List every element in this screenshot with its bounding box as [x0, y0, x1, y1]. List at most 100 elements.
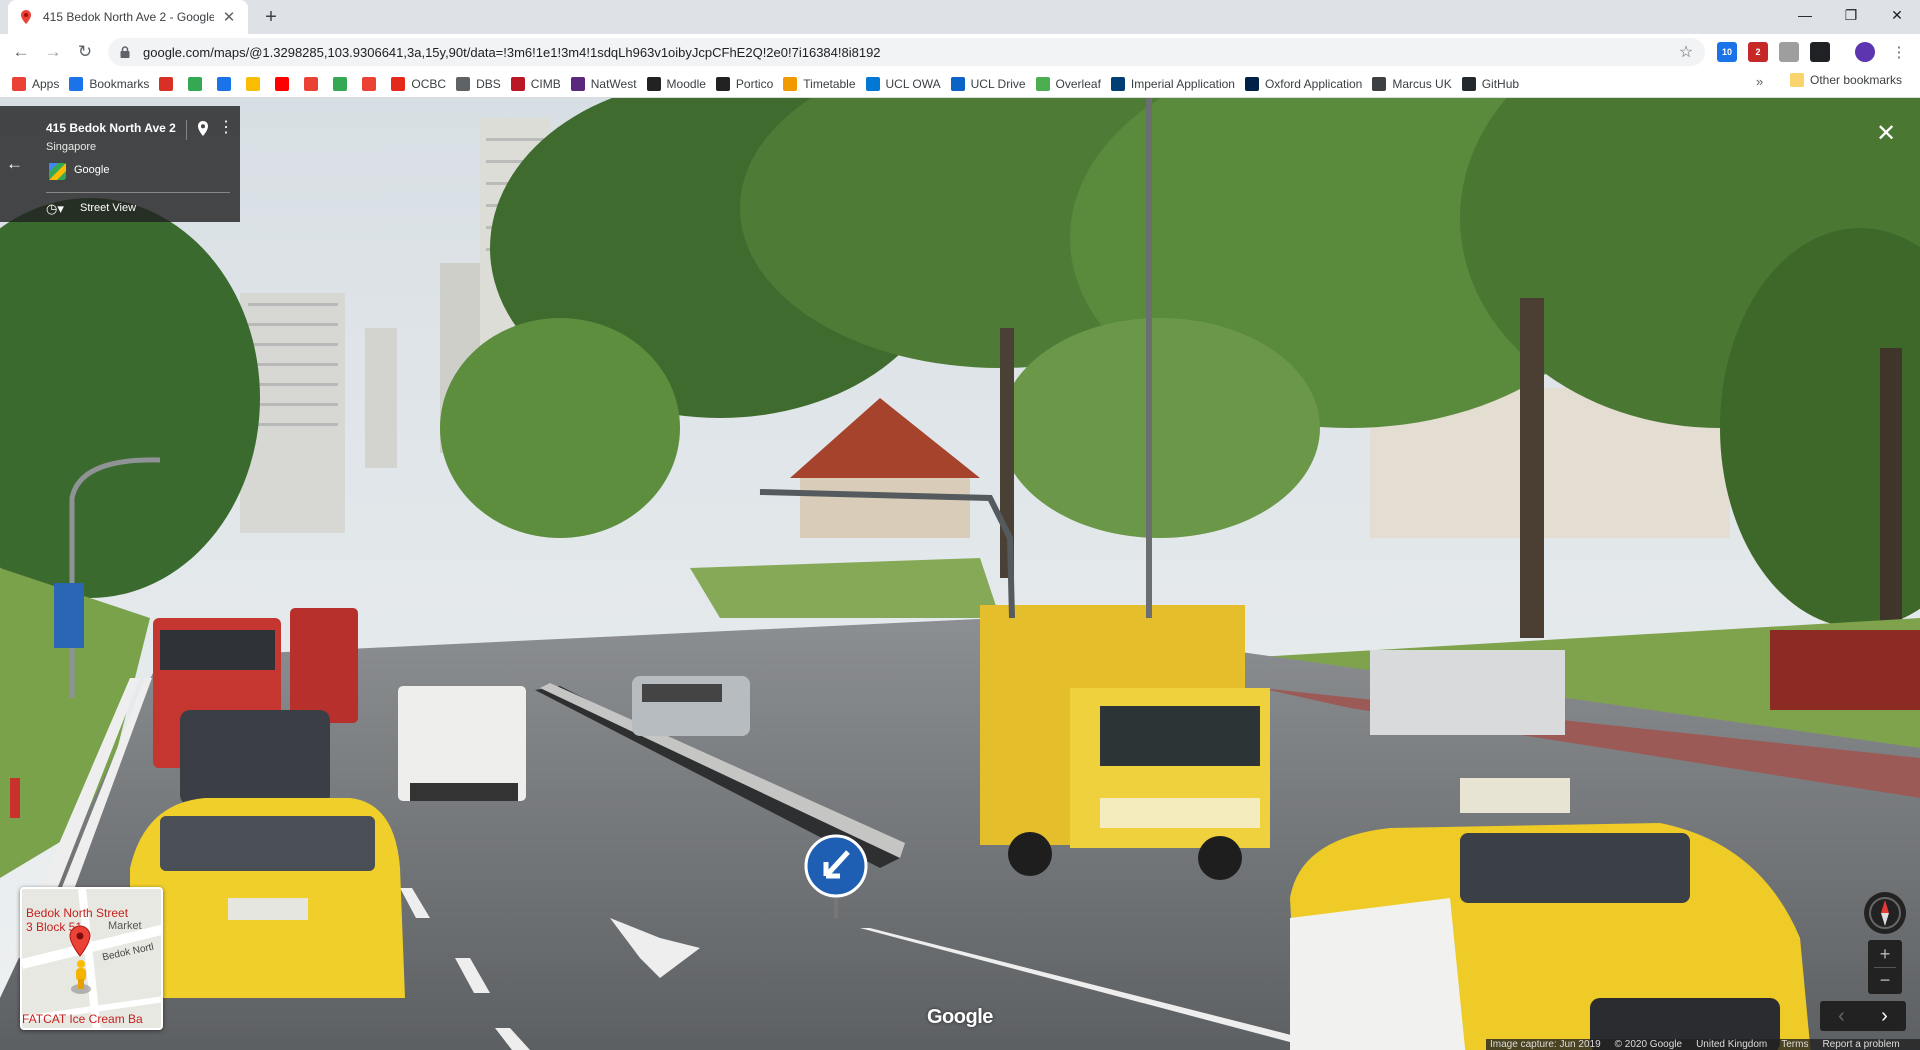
bookmark-item[interactable]: Timetable — [783, 73, 856, 95]
minimize-button[interactable]: — — [1782, 0, 1828, 30]
keep-icon — [246, 76, 261, 91]
maps-icon — [333, 76, 348, 91]
bookmark-item[interactable] — [362, 73, 382, 95]
bookmark-label: Imperial Application — [1130, 76, 1235, 91]
bookmark-item[interactable]: Marcus UK — [1372, 73, 1452, 95]
apps-grid-icon — [12, 76, 26, 91]
bookmark-item[interactable]: CIMB — [510, 73, 561, 95]
ocbc-icon — [391, 76, 406, 91]
zoom-in-button[interactable]: + — [1868, 941, 1902, 967]
minimap-poi-label: FATCAT Ice Cream Ba — [22, 1012, 143, 1026]
bookmark-item[interactable] — [246, 73, 266, 95]
outlook-icon — [865, 76, 880, 91]
bookmark-item[interactable] — [217, 73, 237, 95]
other-bookmarks-folder[interactable]: Other bookmarks — [1790, 73, 1902, 87]
back-button[interactable]: ← — [8, 39, 34, 65]
bookmark-item[interactable]: UCL Drive — [950, 73, 1026, 95]
bookmarks-bar: Apps Bookmarks OCBC DBS CIMB NatWest Moodle Por… — [0, 70, 1920, 98]
report-problem-link[interactable]: Report a problem — [1822, 1039, 1899, 1050]
forward-button[interactable]: → — [40, 39, 66, 65]
browser-menu-icon[interactable]: ⋮ — [1886, 39, 1912, 65]
bookmark-item[interactable]: Oxford Application — [1244, 73, 1362, 95]
street-view-panorama[interactable] — [0, 98, 1920, 1050]
bookmark-item[interactable]: UCL OWA — [865, 73, 941, 95]
place-subtitle: Singapore — [46, 141, 97, 153]
gmail-icon — [159, 76, 174, 91]
bookmark-item[interactable]: Bookmarks — [69, 73, 149, 95]
calendar-icon — [217, 76, 232, 91]
bookmark-item[interactable] — [333, 73, 353, 95]
lock-icon — [118, 45, 132, 59]
previous-panorama-button[interactable]: ‹ — [1820, 1001, 1863, 1031]
extension-puzzle-icon[interactable] — [1779, 42, 1799, 62]
address-bar[interactable]: google.com/maps/@1.3298285,103.9306641,3… — [108, 38, 1705, 66]
close-street-view-icon[interactable]: ✕ — [1871, 118, 1901, 148]
location-pin-icon[interactable] — [195, 120, 211, 138]
bookmark-item[interactable] — [304, 73, 324, 95]
back-arrow-icon[interactable]: ← — [6, 154, 23, 174]
profile-avatar[interactable] — [1855, 42, 1875, 62]
bookmark-label: Other bookmarks — [1810, 73, 1903, 87]
bookmarks-overflow-button[interactable]: » — [1756, 74, 1763, 89]
provider-label: Google — [74, 164, 110, 176]
bookmark-item[interactable]: Overleaf — [1035, 73, 1101, 95]
map-marker-icon — [69, 925, 91, 957]
photos-icon — [304, 76, 319, 91]
bookmark-label: NatWest — [590, 76, 637, 91]
new-tab-button[interactable]: + — [258, 4, 284, 30]
bookmark-item[interactable]: DBS — [456, 73, 501, 95]
tab-strip: 415 Bedok North Ave 2 - Google ✕ + — ❐ ✕ — [0, 0, 1920, 34]
bookmark-item[interactable]: Portico — [715, 73, 774, 95]
extension-shield-icon[interactable]: 2 — [1748, 42, 1768, 62]
drive-icon — [188, 76, 203, 91]
bookmark-item[interactable] — [159, 73, 179, 95]
bookmark-item[interactable]: Imperial Application — [1110, 73, 1235, 95]
next-panorama-button[interactable]: › — [1863, 1001, 1906, 1031]
cast-icon[interactable] — [1810, 42, 1830, 62]
timetable-icon — [783, 76, 798, 91]
bookmark-item[interactable] — [188, 73, 208, 95]
marcus-icon — [1372, 76, 1387, 91]
moodle-icon — [646, 76, 661, 91]
bookmark-star-icon[interactable]: ☆ — [1673, 39, 1699, 65]
bookmark-label: OCBC — [411, 76, 447, 91]
reload-button[interactable]: ↻ — [72, 39, 98, 65]
bookmark-label: Bookmarks — [89, 76, 150, 91]
bookmark-label: DBS — [476, 76, 501, 91]
bookmark-item[interactable]: Apps — [12, 73, 59, 95]
bookmark-label: GitHub — [1481, 76, 1520, 91]
bookmark-label: Moodle — [666, 76, 706, 91]
terms-link[interactable]: Terms — [1781, 1039, 1808, 1050]
region-link[interactable]: United Kingdom — [1696, 1039, 1767, 1050]
bookmark-label: Timetable — [803, 76, 856, 91]
restore-button[interactable]: ❐ — [1828, 0, 1874, 30]
time-travel-clock-icon[interactable]: ◷▾ — [46, 200, 72, 218]
bookmark-item[interactable] — [275, 73, 295, 95]
more-options-icon[interactable]: ⋮ — [218, 120, 234, 140]
bookmark-label: Portico — [735, 76, 774, 91]
bookmark-item[interactable]: OCBC — [391, 73, 446, 95]
tab-close-icon[interactable]: ✕ — [220, 8, 238, 26]
zoom-out-button[interactable]: − — [1868, 967, 1902, 993]
bookmark-item[interactable]: Moodle — [646, 73, 706, 95]
bookmark-item[interactable]: GitHub — [1461, 73, 1520, 95]
bookmark-item[interactable]: NatWest — [570, 73, 637, 95]
street-scene-image — [0, 98, 1920, 1050]
cloud-icon — [950, 76, 965, 91]
copyright-text: © 2020 Google — [1614, 1039, 1683, 1050]
pegman-icon[interactable] — [70, 959, 92, 995]
extension-calendar-icon[interactable]: 10 — [1717, 42, 1737, 62]
compass-icon[interactable] — [1864, 892, 1906, 934]
browser-tab[interactable]: 415 Bedok North Ave 2 - Google ✕ — [8, 0, 248, 34]
bookmark-label: Marcus UK — [1392, 76, 1452, 91]
minimap[interactable]: Bedok North Street 3 Block 51 Market Bed… — [20, 887, 163, 1030]
google-maps-badge-icon — [49, 163, 66, 180]
window-close-button[interactable]: ✕ — [1874, 0, 1920, 30]
bookmark-label: UCL OWA — [885, 76, 941, 91]
google-watermark: Google — [927, 1006, 993, 1028]
cimb-icon — [510, 76, 525, 91]
ucl-icon — [715, 76, 730, 91]
url-text: google.com/maps/@1.3298285,103.9306641,3… — [143, 44, 881, 60]
globe-icon — [456, 76, 471, 91]
minimap-label: Bedok North Street — [26, 906, 129, 920]
